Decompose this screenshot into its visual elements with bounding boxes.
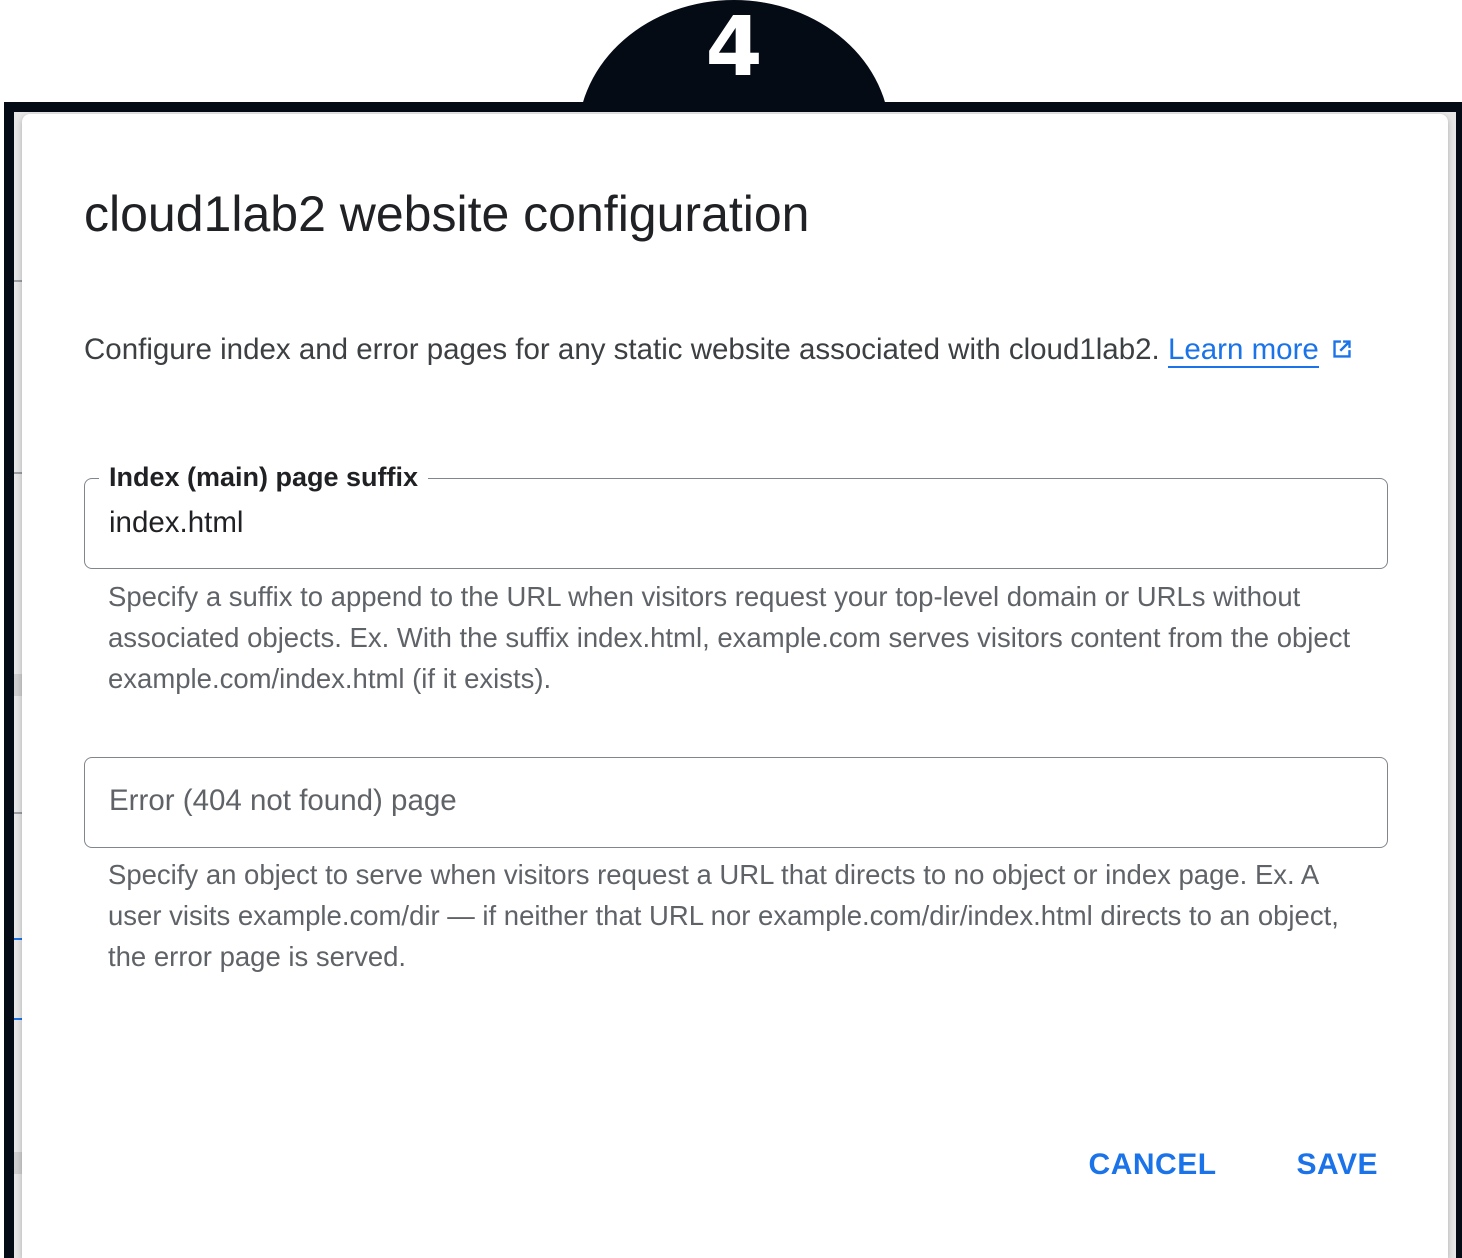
- index-suffix-input[interactable]: [109, 503, 1367, 543]
- error-page-field: [84, 757, 1388, 848]
- learn-more-link[interactable]: Learn more: [1167, 333, 1319, 368]
- screenshot-stage: 4 cloud1lab2 website configuration Confi…: [0, 0, 1462, 1258]
- error-page-hint: Specify an object to serve when visitors…: [108, 859, 1339, 972]
- learn-more-label: Learn more: [1167, 333, 1319, 366]
- index-suffix-label: Index (main) page suffix: [99, 460, 429, 494]
- highlight-frame: cloud1lab2 website configuration Configu…: [4, 102, 1462, 1258]
- save-button[interactable]: SAVE: [1297, 1144, 1378, 1186]
- step-number: 4: [705, 0, 763, 95]
- index-suffix-hint: Specify a suffix to append to the URL wh…: [108, 581, 1351, 694]
- website-configuration-dialog: cloud1lab2 website configuration Configu…: [22, 114, 1448, 1258]
- index-suffix-field: Index (main) page suffix: [84, 460, 1388, 569]
- description-text: Configure index and error pages for any …: [84, 333, 1168, 366]
- cancel-button[interactable]: CANCEL: [1089, 1144, 1217, 1186]
- external-link-icon: [1333, 340, 1351, 358]
- dialog-description: Configure index and error pages for any …: [84, 324, 1394, 376]
- dialog-title: cloud1lab2 website configuration: [84, 186, 810, 242]
- error-page-input[interactable]: [109, 781, 1367, 821]
- dialog-actions: CANCEL SAVE: [1089, 1144, 1378, 1186]
